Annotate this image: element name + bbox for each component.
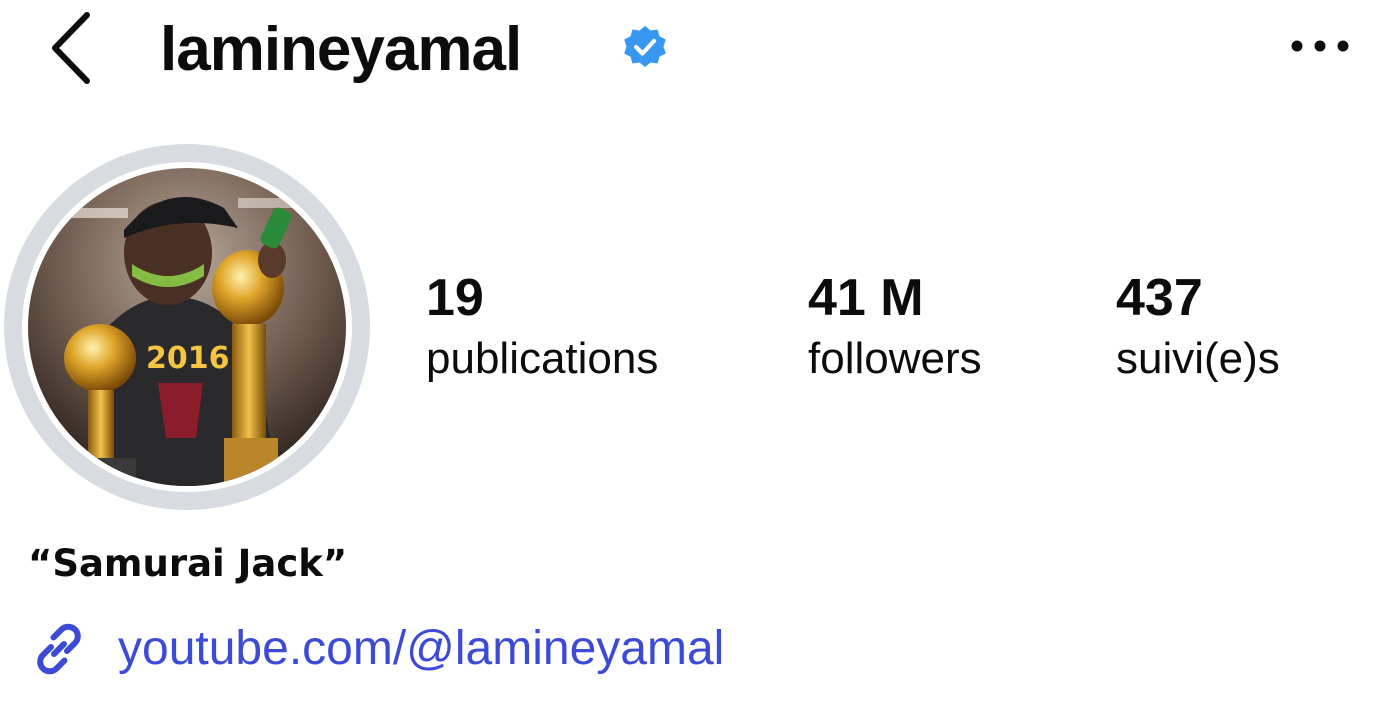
followers-count: 41 M [808, 269, 924, 327]
following-label: suivi(e)s [1116, 334, 1280, 383]
verified-badge-icon [624, 26, 666, 67]
more-horizontal-icon [1291, 40, 1349, 52]
stat-posts[interactable]: 19 publications [426, 268, 658, 388]
avatar-border: 2016 [22, 162, 352, 492]
profile-display-name: “Samurai Jack” [28, 542, 348, 585]
link-icon [26, 616, 92, 682]
svg-text:2016: 2016 [146, 341, 230, 376]
stat-followers[interactable]: 41 M followers [808, 268, 982, 388]
profile-photo: 2016 [28, 168, 346, 486]
posts-count: 19 [426, 269, 484, 327]
profile-avatar[interactable]: 2016 [4, 144, 370, 510]
followers-label: followers [808, 334, 982, 383]
back-button[interactable] [40, 8, 102, 88]
more-options-button[interactable] [1284, 20, 1356, 72]
posts-label: publications [426, 334, 659, 383]
bio-link[interactable]: youtube.com/@lamineyamal [26, 614, 724, 684]
following-count: 437 [1116, 269, 1203, 327]
profile-username: lamineyamal [160, 14, 522, 84]
stat-following[interactable]: 437 suivi(e)s [1116, 268, 1280, 388]
chevron-left-icon [52, 12, 90, 84]
bio-link-text: youtube.com/@lamineyamal [118, 622, 725, 675]
